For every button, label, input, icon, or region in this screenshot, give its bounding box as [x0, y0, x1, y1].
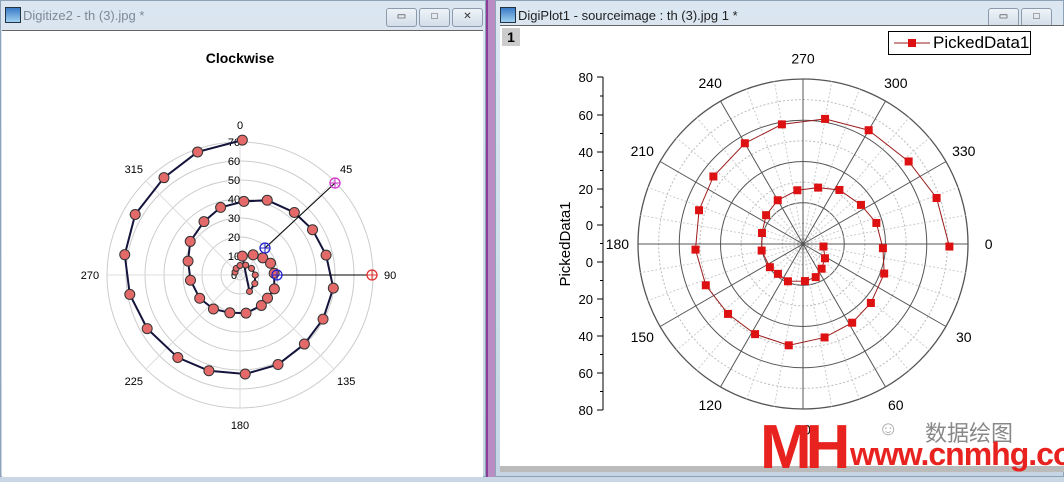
- legend-symbol: [894, 39, 930, 47]
- legend-label: PickedData1: [933, 33, 1030, 52]
- window-title: DigiPlot1 - sourceimage : th (3).jpg 1 *: [518, 8, 738, 23]
- digitize-canvas[interactable]: [2, 30, 483, 477]
- close-button[interactable]: ✕: [452, 8, 483, 27]
- window-title: Digitize2 - th (3).jpg *: [23, 8, 145, 23]
- graph-page[interactable]: 1 PickedData1: [500, 25, 1064, 472]
- watermark-url: www.cnmhg.com: [850, 436, 1064, 472]
- app-icon: [5, 7, 21, 23]
- legend[interactable]: PickedData1: [888, 31, 1031, 55]
- minimize-button[interactable]: ▭: [386, 8, 417, 27]
- digiplot-window: DigiPlot1 - sourceimage : th (3).jpg 1 *…: [495, 0, 1064, 477]
- app-icon: [500, 7, 516, 23]
- watermark-logo: MH: [760, 413, 850, 482]
- layer-indicator[interactable]: 1: [502, 28, 520, 46]
- digitize-window: Digitize2 - th (3).jpg * ▭ □ ✕: [0, 0, 486, 477]
- maximize-button[interactable]: □: [419, 8, 450, 27]
